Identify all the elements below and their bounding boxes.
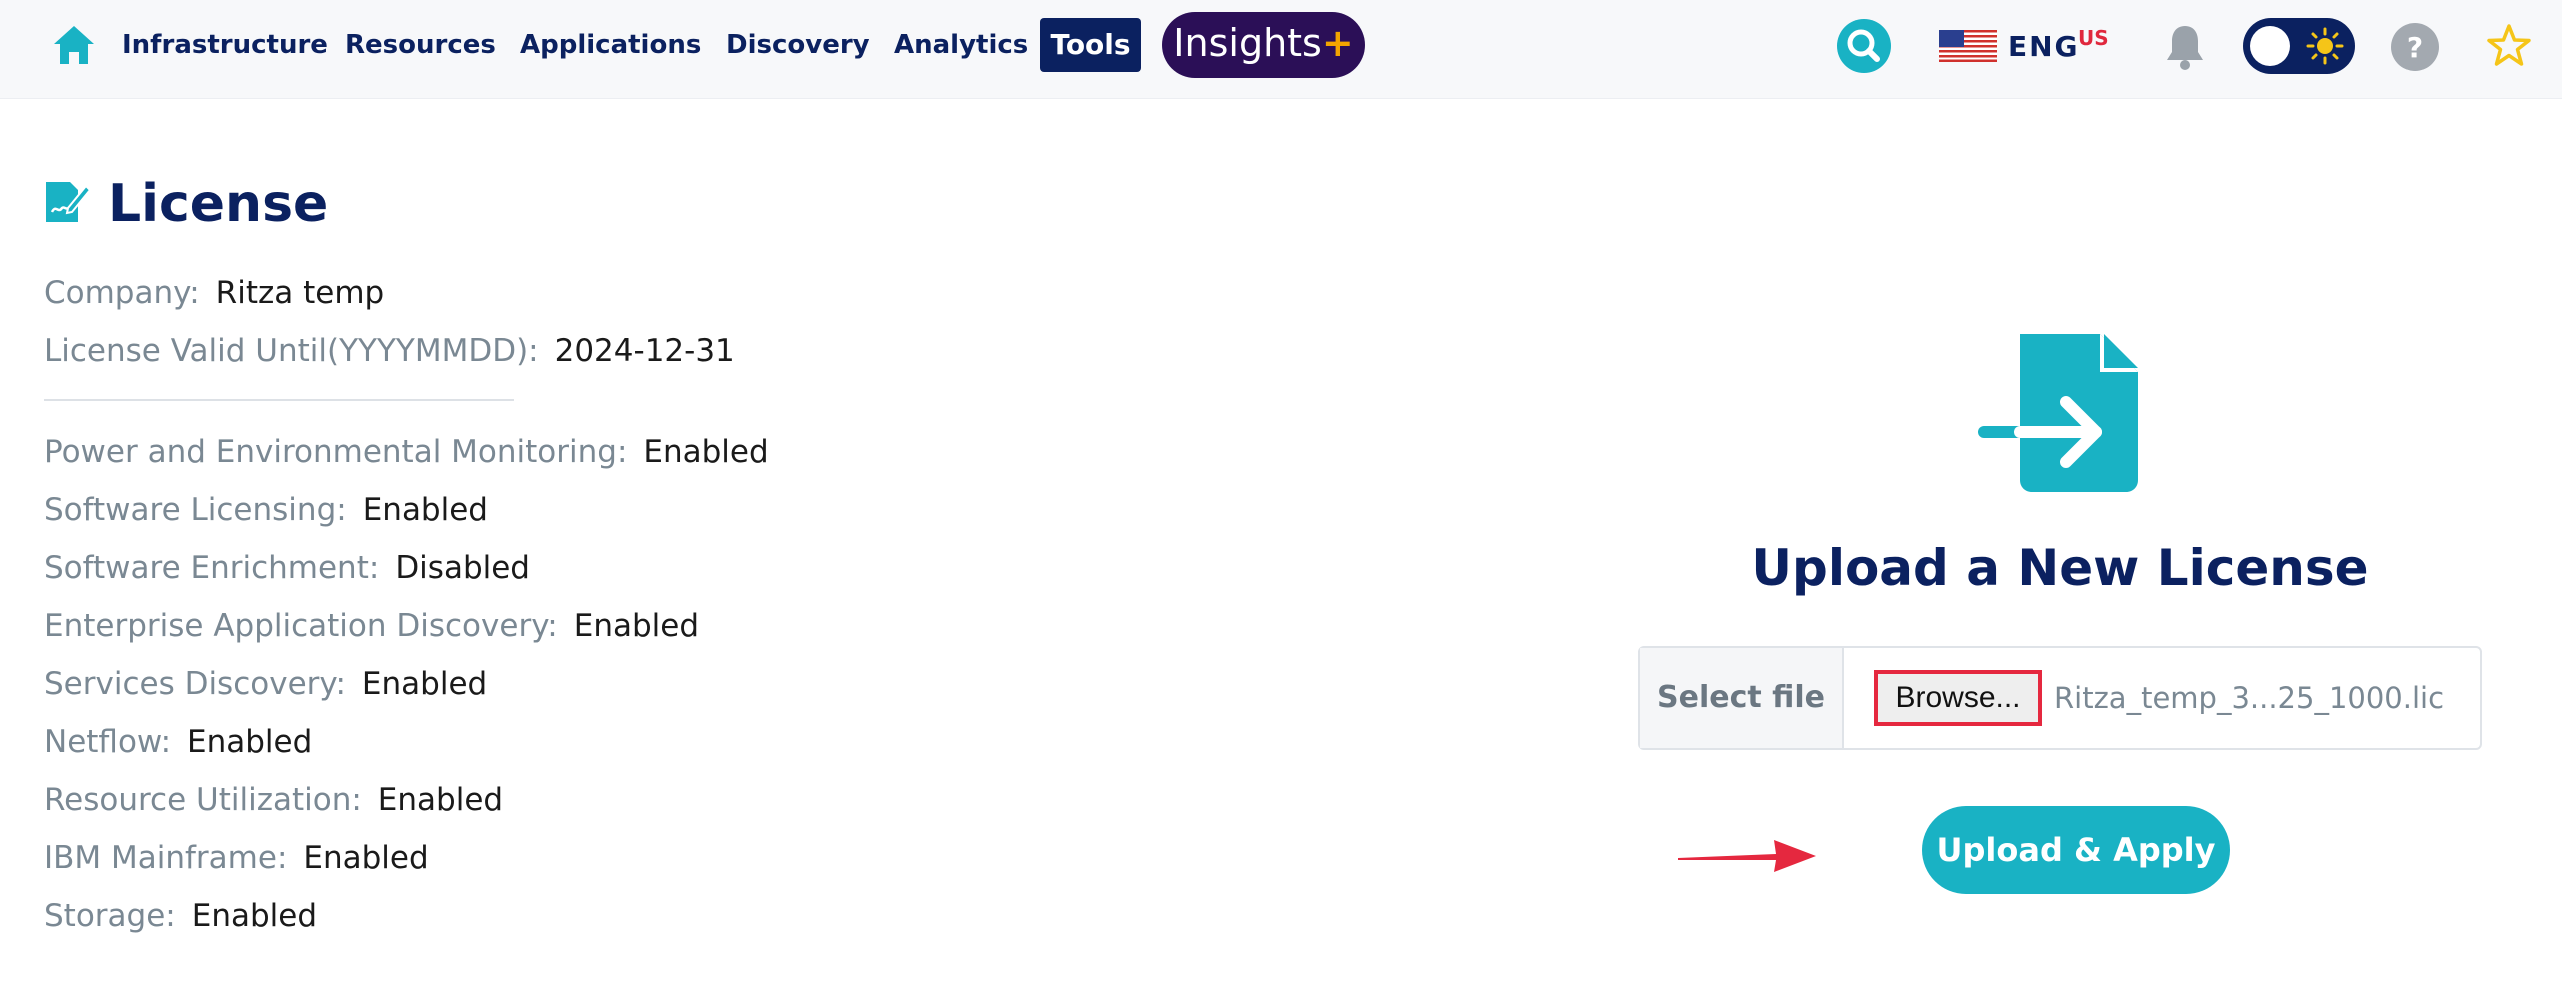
divider	[44, 399, 514, 401]
feature-row: Storage: Enabled	[44, 894, 317, 938]
star-icon[interactable]	[2485, 22, 2533, 70]
valid-until-label: License Valid Until(YYYYMMDD):	[44, 333, 539, 369]
svg-text:?: ?	[2407, 31, 2423, 64]
nav-item-resources[interactable]: Resources	[345, 27, 496, 63]
feature-label: Power and Environmental Monitoring:	[44, 434, 628, 470]
feature-row: Enterprise Application Discovery: Enabled	[44, 604, 699, 648]
file-import-icon	[1978, 334, 2138, 492]
feature-status: Enabled	[191, 898, 318, 934]
feature-row: Services Discovery: Enabled	[44, 662, 487, 706]
annotation-arrow-icon	[1678, 840, 1816, 872]
bell-icon[interactable]	[2162, 22, 2208, 72]
feature-label: Software Licensing:	[44, 492, 347, 528]
feature-status: Enabled	[377, 782, 504, 818]
feature-row: IBM Mainframe: Enabled	[44, 836, 429, 880]
feature-status: Enabled	[361, 666, 488, 702]
help-icon[interactable]: ?	[2390, 22, 2440, 72]
home-icon[interactable]	[52, 24, 96, 66]
feature-row: Software Licensing: Enabled	[44, 488, 488, 532]
feature-status: Enabled	[573, 608, 700, 644]
upload-apply-button[interactable]: Upload & Apply	[1922, 806, 2230, 894]
feature-status: Enabled	[303, 840, 429, 876]
insights-label: Insights	[1173, 21, 1322, 65]
nav-item-discovery[interactable]: Discovery	[726, 27, 870, 63]
feature-row: Software Enrichment: Disabled	[44, 546, 530, 590]
nav-item-analytics[interactable]: Analytics	[894, 27, 1028, 63]
selected-file-name: Ritza_temp_3...25_1000.lic	[2054, 681, 2445, 715]
nav-item-tools[interactable]: Tools	[1040, 18, 1141, 72]
feature-label: Resource Utilization:	[44, 782, 362, 818]
theme-toggle[interactable]	[2243, 18, 2355, 74]
feature-row: Resource Utilization: Enabled	[44, 778, 503, 822]
file-input-group: Select file Browse... Ritza_temp_3...25_…	[1638, 646, 2482, 750]
feature-label: Enterprise Application Discovery:	[44, 608, 558, 644]
feature-label: Netflow:	[44, 724, 172, 760]
feature-row: Power and Environmental Monitoring: Enabl…	[44, 430, 769, 474]
valid-until-value: 2024-12-31	[554, 333, 735, 369]
company-row: Company: Ritza temp	[44, 271, 384, 315]
page-title: License	[108, 174, 329, 234]
insights-plus: +	[1321, 21, 1354, 65]
toggle-knob	[2250, 26, 2290, 66]
feature-status: Disabled	[395, 550, 530, 586]
top-nav-bar: Infrastructure Resources Applications Di…	[0, 0, 2562, 99]
feature-label: Storage:	[44, 898, 176, 934]
valid-until-row: License Valid Until(YYYYMMDD): 2024-12-31	[44, 329, 735, 373]
us-flag-icon[interactable]	[1939, 30, 1997, 62]
feature-status: Enabled	[643, 434, 769, 470]
feature-label: Services Discovery:	[44, 666, 346, 702]
insights-button[interactable]: Insights+	[1162, 12, 1365, 78]
company-value: Ritza temp	[215, 275, 385, 311]
language-label[interactable]: ENG	[2008, 30, 2080, 63]
company-label: Company:	[44, 275, 200, 311]
search-icon[interactable]	[1836, 18, 1892, 74]
feature-row: Netflow: Enabled	[44, 720, 312, 764]
upload-title: Upload a New License	[1751, 539, 2369, 597]
language-region: US	[2078, 26, 2109, 50]
nav-item-infrastructure[interactable]: Infrastructure	[122, 27, 328, 63]
feature-label: Software Enrichment:	[44, 550, 380, 586]
feature-status: Enabled	[362, 492, 488, 528]
feature-status: Enabled	[187, 724, 313, 760]
sun-icon	[2306, 27, 2344, 65]
nav-item-applications[interactable]: Applications	[520, 27, 701, 63]
feature-label: IBM Mainframe:	[44, 840, 288, 876]
license-edit-icon	[46, 182, 92, 222]
browse-button[interactable]: Browse...	[1874, 670, 2042, 726]
select-file-label: Select file	[1640, 648, 1844, 748]
